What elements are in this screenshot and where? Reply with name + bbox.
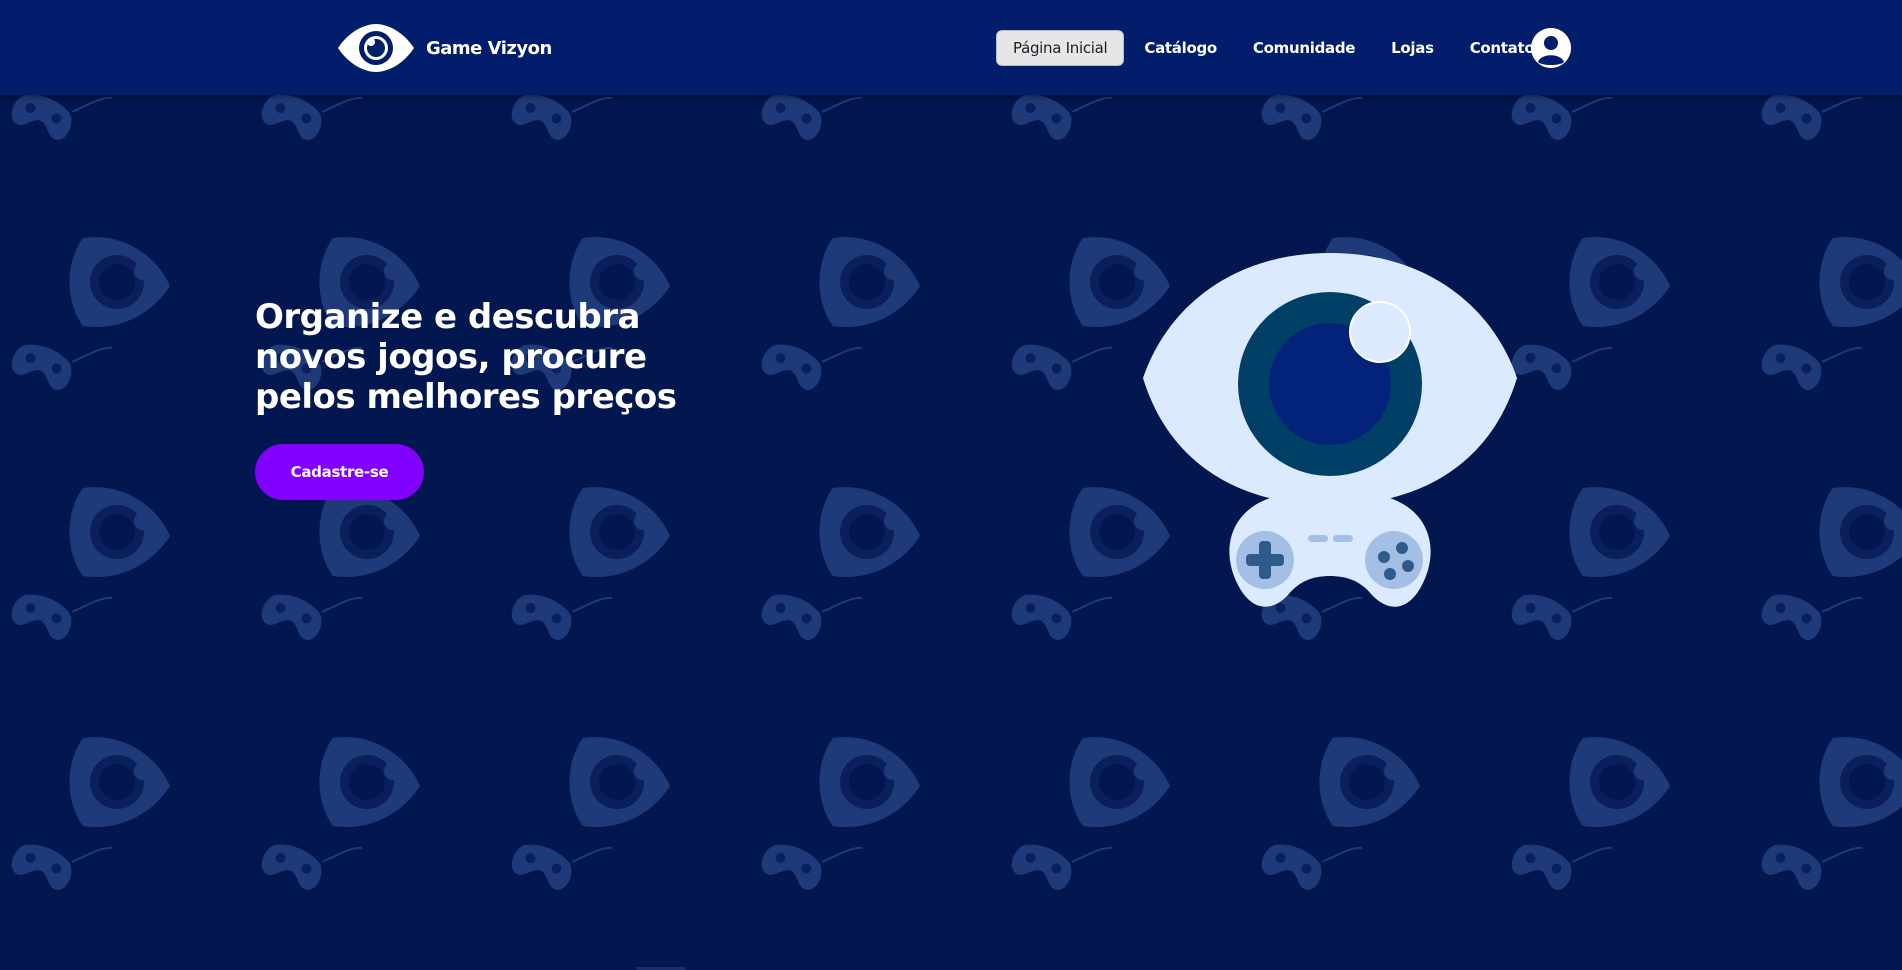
brand-link[interactable]: Game Vizyon — [336, 24, 552, 72]
signup-button[interactable]: Cadastre-se — [255, 444, 424, 500]
eye-logo-icon — [338, 24, 414, 72]
eye-gamepad-illustration — [1143, 253, 1517, 607]
navbar: Game Vizyon Página Inicial Catálogo Comu… — [0, 0, 1902, 95]
nav-item-comunidade[interactable]: Comunidade — [1237, 31, 1371, 65]
user-account-button[interactable] — [1531, 28, 1571, 68]
nav-item-catalogo[interactable]: Catálogo — [1128, 31, 1233, 65]
brand-name: Game Vizyon — [426, 37, 552, 59]
user-account-icon — [1531, 28, 1571, 68]
nav-item-pagina-inicial[interactable]: Página Inicial — [996, 30, 1125, 66]
hero-title: Organize e descubra novos jogos, procure… — [255, 297, 677, 417]
main-nav: Página Inicial Catálogo Comunidade Lojas… — [996, 30, 1554, 66]
nav-item-lojas[interactable]: Lojas — [1375, 31, 1450, 65]
page: Game Vizyon Página Inicial Catálogo Comu… — [0, 0, 1902, 970]
